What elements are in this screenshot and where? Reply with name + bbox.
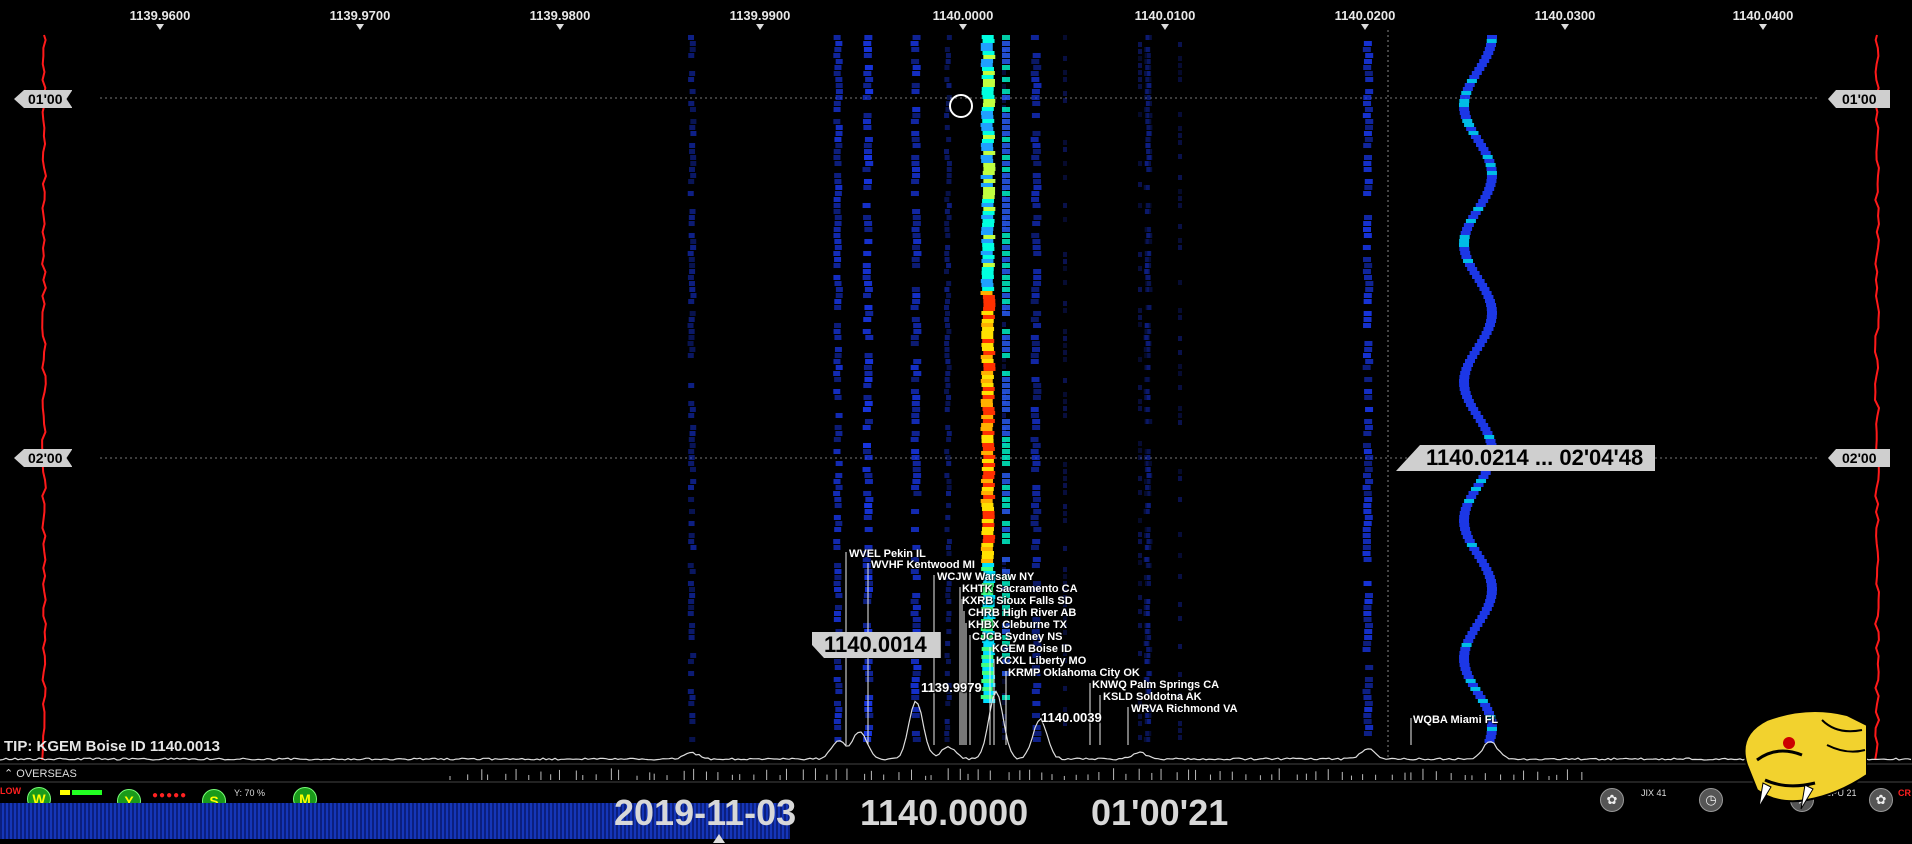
station-label[interactable]: KCXL Liberty MO: [996, 655, 1086, 667]
dot-indicators: ●●●●●: [152, 790, 188, 801]
timeline-position-marker[interactable]: [713, 834, 725, 843]
station-label[interactable]: KRMP Oklahoma City OK: [1008, 667, 1140, 679]
peak-label-left: 1139.9979: [921, 680, 982, 695]
station-label[interactable]: WQBA Miami FL: [1413, 714, 1498, 726]
station-label[interactable]: CJCB Sydney NS: [972, 631, 1062, 643]
freq-axis-tick: [156, 24, 164, 30]
station-label[interactable]: WCJW Warsaw NY: [937, 571, 1034, 583]
station-label[interactable]: KGEM Boise ID: [992, 643, 1072, 655]
station-label[interactable]: WRVA Richmond VA: [1131, 703, 1238, 715]
tip-text: TIP: KGEM Boise ID 1140.0013: [4, 738, 220, 755]
chevron-up-icon: ⌃: [4, 768, 14, 780]
waterfall-display[interactable]: 1139.9600 1139.9700 1139.9800 1139.9900 1140…: [0, 0, 1912, 844]
status-frequency: 1140.0000: [860, 792, 1029, 833]
status-time: 01'00'21: [1091, 792, 1229, 833]
freq-axis-label: 1140.0000: [932, 8, 994, 23]
time-marker-left-2: 02'00: [14, 449, 72, 467]
jix-readout: JIX 41: [1641, 788, 1667, 798]
settings-paw-icon[interactable]: ✿: [1869, 788, 1893, 812]
freq-axis-tick: [1561, 24, 1569, 30]
freq-axis-label: 1139.9900: [729, 8, 791, 23]
peak-label-right: 1140.0039: [1041, 710, 1102, 725]
y-percent: Y: 70 %: [234, 788, 266, 798]
freq-axis-tick: [959, 24, 967, 30]
mouse-cursor-ring: [949, 94, 973, 118]
freq-axis-tick: [756, 24, 764, 30]
time-marker-right-1: 01'00: [1828, 90, 1891, 108]
freq-axis-tick: [356, 24, 364, 30]
station-label[interactable]: KXRB Sioux Falls SD: [962, 595, 1073, 607]
freq-axis-tick: [1361, 24, 1369, 30]
freq-axis-tick: [556, 24, 564, 30]
freq-axis-tick: [1161, 24, 1169, 30]
station-label[interactable]: WVHF Kentwood MI: [871, 559, 975, 571]
freq-axis-label: 1140.0400: [1732, 8, 1794, 23]
level-meter: [60, 790, 106, 795]
station-label[interactable]: KHBX Cleburne TX: [968, 619, 1067, 631]
station-label[interactable]: KSLD Soldotna AK: [1103, 691, 1202, 703]
freq-axis-label: 1140.0100: [1134, 8, 1196, 23]
freq-axis-label: 1140.0200: [1334, 8, 1396, 23]
cursor-readout: 1140.0214 ... 02'04'48: [1396, 445, 1656, 471]
time-marker-right-2: 02'00: [1828, 449, 1891, 467]
cat-mascot-logo: [1743, 710, 1867, 810]
peak-frequency-tag: 1140.0014: [812, 632, 941, 658]
station-label[interactable]: KHTK Sacramento CA: [962, 583, 1078, 595]
freq-axis-tick: [1759, 24, 1767, 30]
freq-axis-label: 1139.9600: [129, 8, 191, 23]
station-label[interactable]: CHRB High River AB: [968, 607, 1076, 619]
overseas-label: OVERSEAS: [16, 768, 77, 780]
time-marker-left-1: 01'00: [14, 90, 72, 108]
waterfall-canvas: [0, 30, 1912, 783]
paw-icon[interactable]: ✿: [1600, 788, 1624, 812]
cr-label: CR: [1898, 788, 1911, 798]
station-label[interactable]: KNWQ Palm Springs CA: [1092, 679, 1219, 691]
freq-axis-label: 1139.9700: [329, 8, 391, 23]
overseas-toggle[interactable]: ⌃ OVERSEAS: [4, 767, 77, 780]
freq-axis-label: 1139.9800: [529, 8, 591, 23]
freq-axis-label: 1140.0300: [1534, 8, 1596, 23]
clock-icon[interactable]: ◷: [1699, 788, 1723, 812]
status-date: 2019-11-03: [614, 792, 797, 833]
low-label: LOW: [0, 786, 21, 796]
